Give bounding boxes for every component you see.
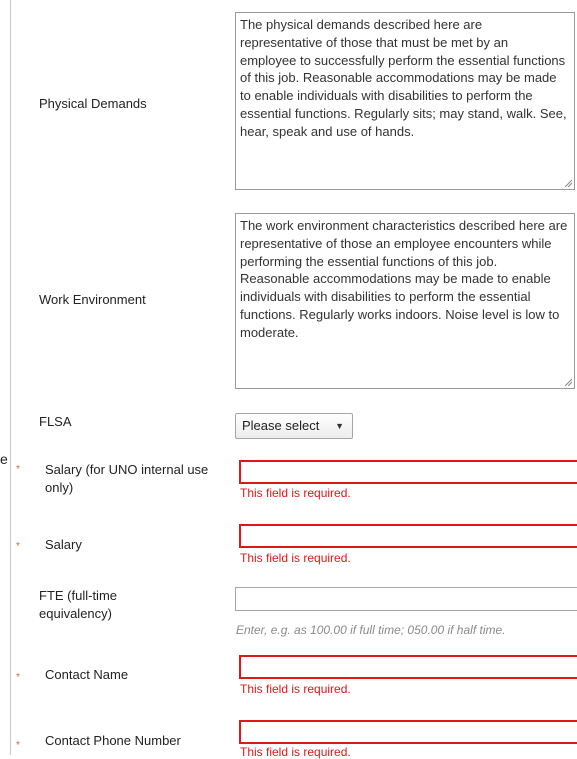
resize-grip-icon[interactable]: [564, 378, 572, 386]
required-star-icon: *: [16, 464, 20, 475]
fte-input[interactable]: [235, 587, 577, 611]
contact-phone-input[interactable]: [239, 720, 577, 744]
flsa-selected-value: Please select: [242, 418, 320, 433]
salary-error: This field is required.: [240, 551, 351, 565]
dropdown-arrow-icon: ▼: [335, 421, 344, 431]
truncated-edge-text: e: [0, 451, 8, 467]
required-star-icon: *: [16, 541, 20, 552]
physical-demands-textarea[interactable]: The physical demands described here are …: [235, 12, 575, 190]
contact-phone-error: This field is required.: [240, 745, 351, 759]
contact-phone-label: Contact Phone Number: [45, 733, 181, 748]
flsa-label: FLSA: [39, 414, 72, 429]
salary-input[interactable]: [239, 524, 577, 548]
required-star-icon: *: [16, 740, 20, 751]
physical-demands-label: Physical Demands: [39, 96, 147, 111]
job-posting-form: Physical Demands The physical demands de…: [10, 0, 577, 759]
salary-internal-error: This field is required.: [240, 486, 351, 500]
contact-name-input[interactable]: [239, 655, 577, 679]
contact-name-label: Contact Name: [45, 667, 129, 682]
contact-name-error: This field is required.: [240, 682, 351, 696]
salary-internal-label: Salary (for UNO internal use only): [45, 462, 209, 495]
work-environment-textarea[interactable]: The work environment characteristics des…: [235, 213, 575, 389]
fte-label: FTE (full-time equivalency): [39, 588, 117, 621]
fte-hint: Enter, e.g. as 100.00 if full time; 050.…: [236, 623, 506, 637]
salary-internal-input[interactable]: [239, 460, 577, 484]
work-environment-label: Work Environment: [39, 292, 146, 307]
salary-label: Salary: [45, 537, 82, 552]
flsa-select[interactable]: Please select ▼: [235, 413, 353, 439]
required-star-icon: *: [16, 672, 20, 683]
resize-grip-icon[interactable]: [564, 179, 572, 187]
